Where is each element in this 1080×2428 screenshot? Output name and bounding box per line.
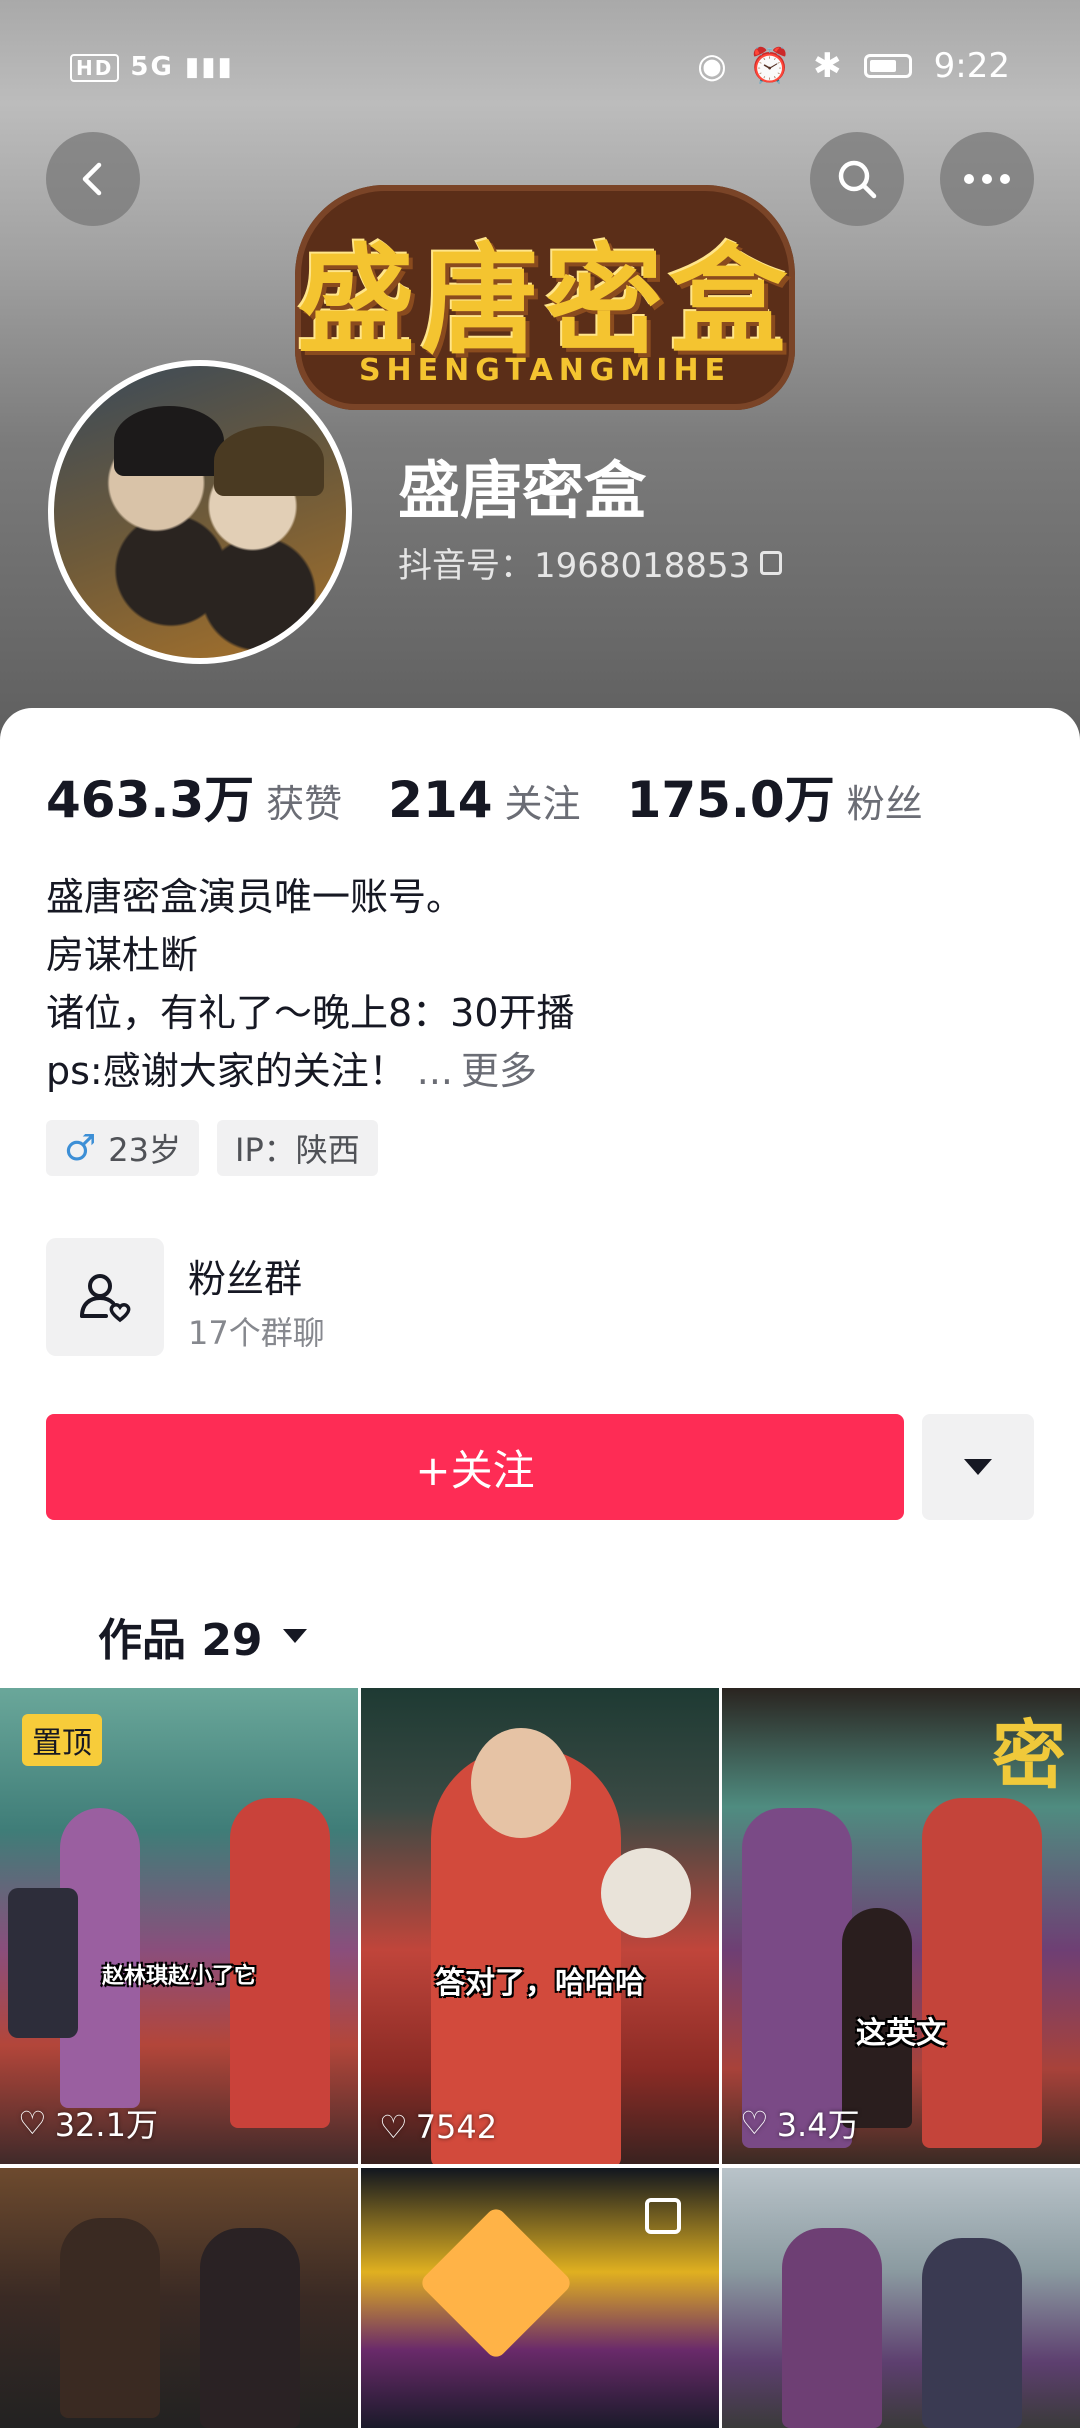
search-button[interactable] xyxy=(810,132,904,226)
stat-label: 获赞 xyxy=(266,782,343,826)
avatar[interactable] xyxy=(48,360,352,664)
triangle-down-icon xyxy=(964,1459,992,1475)
stat-following[interactable]: 214 关注 xyxy=(388,771,580,829)
follow-button[interactable]: +关注 xyxy=(46,1414,904,1520)
bio-more-link[interactable]: 更多 xyxy=(461,1049,537,1093)
more-button[interactable] xyxy=(940,132,1034,226)
hd-badge: HD xyxy=(70,53,120,82)
video-thumbnail[interactable] xyxy=(0,2168,358,2428)
battery-icon xyxy=(863,54,912,78)
stat-value: 175.0万 xyxy=(626,771,835,829)
video-thumbnail[interactable] xyxy=(722,2168,1080,2428)
profile-nickname: 盛唐密盒 xyxy=(398,454,647,527)
fans-group-title: 粉丝群 xyxy=(188,1257,303,1301)
video-thumbnail[interactable] xyxy=(361,2168,719,2428)
user-heart-icon xyxy=(80,1274,131,1323)
fans-group-entry[interactable]: 粉丝群 17个群聊 xyxy=(46,1238,646,1358)
search-icon xyxy=(838,160,877,199)
stats-row: 463.3万 获赞 214 关注 175.0万 粉丝 xyxy=(46,760,969,832)
brand-logo: 盛唐密盒 SHENGTANGMIHE xyxy=(295,185,795,410)
more-dots-icon xyxy=(964,174,1010,184)
eye-icon: ◉ xyxy=(697,46,727,86)
like-count-text: 3.4万 xyxy=(776,2106,860,2144)
heart-icon: ♡ xyxy=(740,2104,769,2142)
bio-line-last: ps:感谢大家的关注！... 更多 xyxy=(46,1042,575,1100)
status-bar: HD 5G ▮▮▮ ◉ ⏰ ✱ 9:22 xyxy=(0,40,1080,96)
heart-icon: ♡ xyxy=(379,2108,408,2146)
video-thumbnail[interactable]: 密 这英文 ♡ 3.4万 xyxy=(722,1688,1080,2164)
overlay-text: 密 xyxy=(992,1713,1066,1799)
bluetooth-icon: ✱ xyxy=(813,46,842,86)
like-count-text: 7542 xyxy=(415,2108,498,2146)
fans-group-subtitle: 17个群聊 xyxy=(188,1314,325,1352)
stat-label: 关注 xyxy=(504,782,581,826)
bio-line: 房谋杜断 xyxy=(46,933,199,977)
chevron-left-icon xyxy=(82,162,102,196)
multi-image-icon xyxy=(645,2198,681,2234)
tab-works-label: 作品 29 xyxy=(98,1615,263,1666)
content-tabs: 作品 29 xyxy=(0,1588,1080,1688)
logo-subtext: SHENGTANGMIHE xyxy=(358,353,732,388)
stat-label: 粉丝 xyxy=(846,782,923,826)
video-caption: 这英文 xyxy=(856,2016,946,2051)
video-thumbnail[interactable]: 置顶 赵林琪赵小了它 ♡ 32.1万 xyxy=(0,1688,358,2164)
bio-line-text: ps:感谢大家的关注！ xyxy=(46,1049,407,1093)
heart-icon: ♡ xyxy=(18,2104,47,2142)
ip-text: IP：陕西 xyxy=(235,1131,360,1169)
clock: 9:22 xyxy=(933,46,1010,86)
ip-tag: IP：陕西 xyxy=(217,1120,378,1176)
stat-likes[interactable]: 463.3万 获赞 xyxy=(46,760,342,832)
like-count: ♡ 32.1万 xyxy=(18,2100,158,2146)
tab-works[interactable]: 作品 29 xyxy=(98,1604,307,1668)
fans-group-icon xyxy=(46,1238,164,1356)
alarm-icon: ⏰ xyxy=(748,46,792,86)
douyin-id-text: 抖音号：1968018853 xyxy=(398,546,751,586)
bio-ellipsis: ... xyxy=(416,1049,453,1093)
profile-tags: ♂ 23岁 IP：陕西 xyxy=(46,1120,378,1176)
network-indicator: HD 5G ▮▮▮ xyxy=(70,52,234,82)
male-icon: ♂ xyxy=(64,1127,97,1169)
signal-icon: 5G ▮▮▮ xyxy=(130,52,234,82)
recommend-dropdown-button[interactable] xyxy=(922,1414,1034,1520)
bio-line: 盛唐密盒演员唯一账号。 xyxy=(46,875,465,919)
like-count-text: 32.1万 xyxy=(54,2106,158,2144)
video-caption: 赵林琪赵小了它 xyxy=(101,1964,256,1989)
stat-followers[interactable]: 175.0万 粉丝 xyxy=(627,760,923,832)
back-button[interactable] xyxy=(46,132,140,226)
douyin-id[interactable]: 抖音号：1968018853 xyxy=(398,538,783,587)
like-count: ♡ 7542 xyxy=(379,2108,497,2146)
bio-line: 诸位，有礼了～晚上8：30开播 xyxy=(46,991,575,1035)
pinned-badge: 置顶 xyxy=(22,1714,102,1766)
age-text: 23岁 xyxy=(108,1131,182,1169)
copy-icon[interactable] xyxy=(760,550,783,575)
like-count: ♡ 3.4万 xyxy=(740,2100,860,2146)
stat-value: 214 xyxy=(388,771,493,829)
caret-down-icon xyxy=(282,1629,307,1643)
age-tag: ♂ 23岁 xyxy=(46,1120,200,1176)
bio: 盛唐密盒演员唯一账号。 房谋杜断 诸位，有礼了～晚上8：30开播 ps:感谢大家… xyxy=(46,868,575,1100)
video-caption: 答对了，哈哈哈 xyxy=(435,1966,645,2001)
video-thumbnail[interactable]: 答对了，哈哈哈 ♡ 7542 xyxy=(361,1688,719,2164)
profile-header: HD 5G ▮▮▮ ◉ ⏰ ✱ 9:22 盛唐密盒 SHENGTANGMIHE … xyxy=(0,0,1080,740)
logo-text: 盛唐密盒 xyxy=(296,232,793,370)
stat-value: 463.3万 xyxy=(46,771,255,829)
